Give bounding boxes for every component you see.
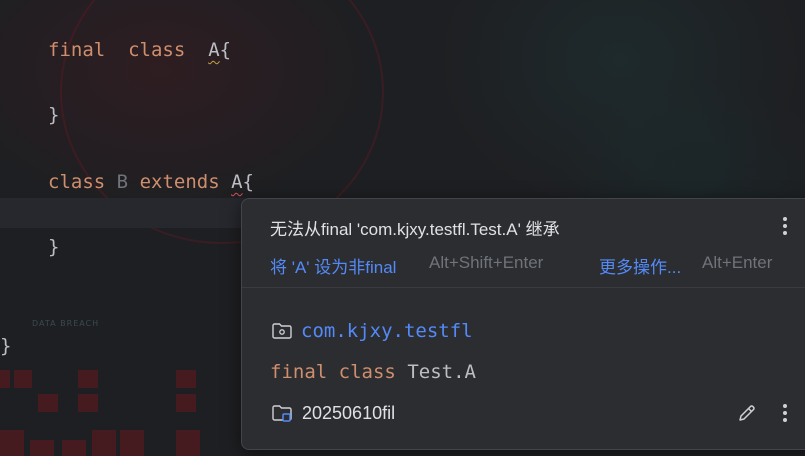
keyword-class: class	[128, 39, 186, 61]
package-folder-icon-svg	[272, 323, 292, 339]
background-block	[0, 430, 24, 456]
background-block	[176, 370, 196, 388]
error-popup: 无法从final 'com.kjxy.testfl.Test.A' 继承 将 '…	[241, 198, 805, 450]
code-line-1[interactable]: final class A{	[48, 38, 231, 62]
class-declaration: final class Test.A	[270, 361, 476, 383]
parent-class-a[interactable]: A	[231, 171, 242, 193]
background-block	[62, 440, 86, 456]
declaration-keyword-class: class	[338, 361, 396, 383]
module-name: 20250610fil	[302, 402, 396, 423]
background-block	[0, 370, 10, 388]
package-row: com.kjxy.testfl	[270, 319, 473, 343]
package-folder-icon	[270, 319, 294, 343]
more-vertical-icon[interactable]	[775, 215, 795, 237]
background-block	[30, 440, 54, 456]
background-block	[78, 370, 98, 388]
quick-fix-shortcut: Alt+Shift+Enter	[429, 253, 544, 272]
background-caption: DATA BREACH	[32, 319, 100, 328]
pencil-icon[interactable]	[736, 402, 758, 424]
keyword-final: final	[48, 39, 106, 61]
close-brace: }	[48, 104, 60, 126]
close-brace: }	[0, 335, 12, 357]
background-block	[78, 394, 98, 412]
close-brace: }	[48, 236, 60, 258]
background-block	[14, 370, 32, 388]
more-actions-link[interactable]: 更多操作...	[599, 253, 681, 278]
code-line-5[interactable]: }	[0, 334, 11, 358]
open-brace: {	[219, 39, 232, 61]
more-vertical-icon-svg	[783, 217, 787, 235]
class-name-a[interactable]: A	[208, 39, 219, 61]
code-line-4[interactable]: }	[48, 235, 59, 259]
make-non-final-link[interactable]: 将 'A' 设为非final	[270, 253, 396, 278]
keyword-extends: extends	[139, 171, 220, 193]
background-block	[176, 430, 200, 456]
error-message: 无法从final 'com.kjxy.testfl.Test.A' 继承	[270, 220, 560, 239]
current-line-highlight	[0, 198, 245, 228]
declaration-name: Test.A	[407, 361, 476, 383]
package-link[interactable]: com.kjxy.testfl	[301, 320, 473, 342]
more-actions-shortcut: Alt+Enter	[702, 253, 773, 272]
module-row: 20250610fil	[270, 401, 395, 425]
declaration-keyword-final: final	[270, 361, 328, 383]
class-name-b[interactable]: B	[117, 171, 128, 193]
code-line-3[interactable]: class B extends A{	[48, 170, 254, 194]
keyword-class: class	[48, 171, 106, 193]
background-block	[176, 394, 196, 412]
module-folder-icon	[270, 401, 294, 425]
background-block	[92, 430, 116, 456]
popup-header: 无法从final 'com.kjxy.testfl.Test.A' 继承 将 '…	[242, 199, 805, 288]
open-brace: {	[242, 171, 254, 193]
pencil-icon-svg	[739, 405, 755, 421]
background-block	[120, 430, 144, 456]
module-folder-icon-svg	[272, 405, 292, 422]
more-vertical-icon-svg	[783, 404, 787, 422]
code-line-2[interactable]: }	[48, 103, 59, 127]
background-block	[38, 394, 58, 412]
more-vertical-icon[interactable]	[775, 402, 795, 424]
